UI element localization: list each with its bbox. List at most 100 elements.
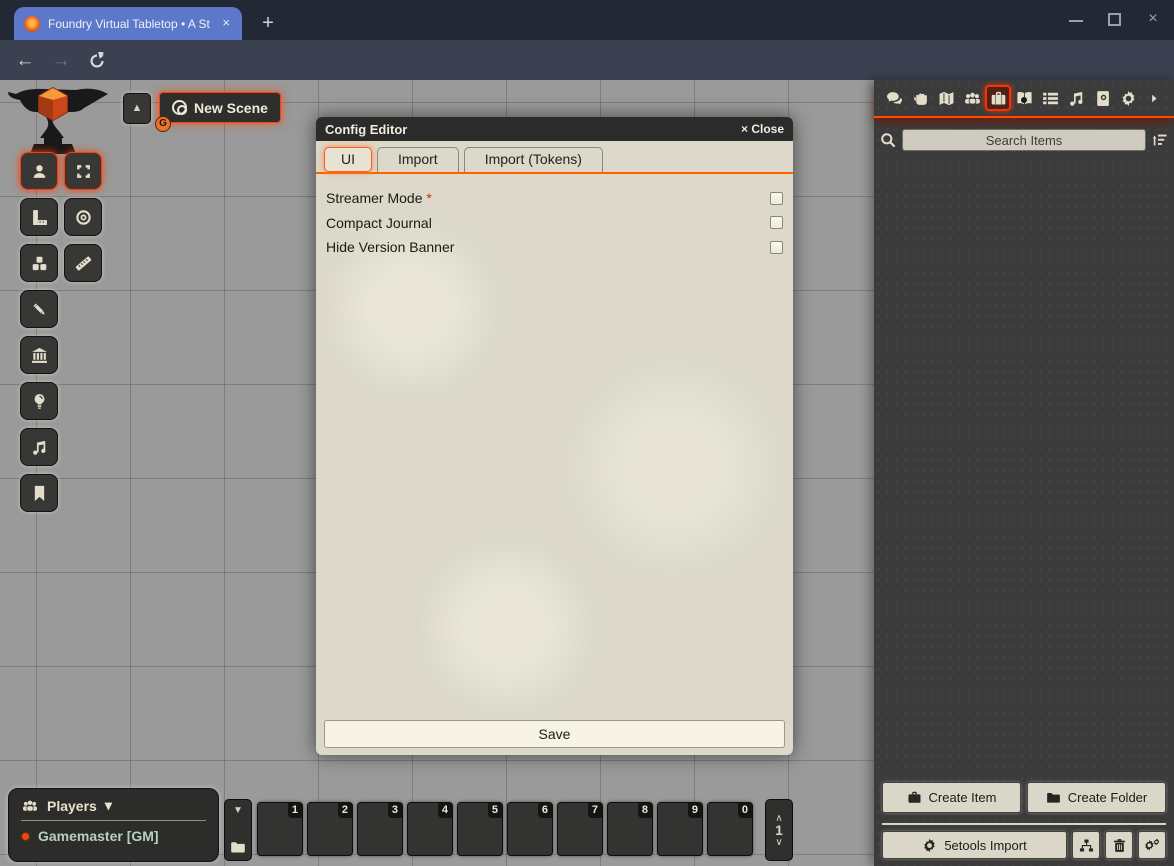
sidebar-tab-scenes[interactable]: [933, 85, 959, 111]
sidebar-tab-combat[interactable]: [907, 85, 933, 111]
players-header[interactable]: Players ▾: [21, 797, 206, 821]
macro-slot[interactable]: 9: [657, 802, 703, 856]
collapse-nav-button[interactable]: ▲: [123, 93, 151, 124]
tab-import-tokens[interactable]: Import (Tokens): [464, 147, 603, 172]
sidebar-collapse-button[interactable]: [1141, 85, 1167, 111]
users-icon: [964, 90, 981, 107]
settings-button[interactable]: [1138, 831, 1166, 859]
window-maximize-button[interactable]: [1100, 10, 1130, 30]
new-tab-button[interactable]: +: [254, 10, 282, 38]
slot-number: 9: [688, 803, 702, 818]
macro-slot[interactable]: 7: [557, 802, 603, 856]
forward-button[interactable]: →: [48, 48, 74, 74]
pencil-icon: [31, 301, 48, 318]
cubes-icon: [31, 255, 48, 272]
tool-drawings[interactable]: [20, 290, 58, 328]
back-button[interactable]: ←: [12, 48, 38, 74]
gear-icon: [922, 838, 937, 853]
sidebar-tab-actors[interactable]: [959, 85, 985, 111]
fist-icon: [912, 90, 929, 107]
tool-measurement[interactable]: [20, 198, 58, 236]
5etools-import-button[interactable]: 5etools Import: [882, 831, 1067, 859]
foundry-favicon-icon: [24, 16, 40, 32]
sidebar-tab-chat[interactable]: [881, 85, 907, 111]
compact-journal-checkbox[interactable]: [770, 216, 783, 229]
field-compact-journal: Compact Journal: [326, 211, 783, 236]
page-down-button[interactable]: ∨: [775, 838, 782, 847]
delete-button[interactable]: [1105, 831, 1133, 859]
tool-sounds[interactable]: [20, 428, 58, 466]
ruler-combined-icon: [31, 209, 48, 226]
macro-slot[interactable]: 3: [357, 802, 403, 856]
save-button[interactable]: Save: [324, 720, 785, 748]
music-note-icon: [31, 439, 48, 456]
macro-slot[interactable]: 5: [457, 802, 503, 856]
tool-notes[interactable]: [20, 474, 58, 512]
player-name: Gamemaster [GM]: [38, 828, 159, 844]
tool-tiles[interactable]: [20, 244, 58, 282]
macro-slot[interactable]: 8: [607, 802, 653, 856]
macro-folder-icon[interactable]: [229, 839, 247, 855]
bookmark-icon: [31, 485, 48, 502]
macro-slot[interactable]: 4: [407, 802, 453, 856]
search-input[interactable]: [902, 129, 1146, 151]
foundry-logo[interactable]: [6, 82, 112, 162]
sidebar-tab-playlists[interactable]: [1063, 85, 1089, 111]
close-label: Close: [751, 122, 784, 136]
lightbulb-icon: [31, 393, 48, 410]
bullseye-icon: [75, 209, 92, 226]
folder-tree-button[interactable]: [1072, 831, 1100, 859]
search-icon: [880, 132, 896, 148]
create-folder-button[interactable]: Create Folder: [1027, 782, 1166, 813]
dialog-form: Streamer Mode * Compact Journal Hide Ver…: [316, 174, 793, 272]
slot-number: 8: [638, 803, 652, 818]
chevron-down-icon: ▾: [105, 797, 112, 814]
item-directory-list[interactable]: [874, 158, 1174, 778]
tool-ruler-measure[interactable]: [64, 244, 102, 282]
sidebar-tab-items[interactable]: [985, 85, 1011, 111]
sort-icon[interactable]: [1152, 132, 1168, 148]
macro-slot[interactable]: 0: [707, 802, 753, 856]
tool-walls[interactable]: [20, 336, 58, 374]
suitcase-icon: [907, 790, 922, 805]
new-scene-button[interactable]: New Scene: [159, 92, 281, 123]
field-label: Hide Version Banner: [326, 239, 770, 255]
dialog-titlebar[interactable]: Config Editor × Close: [316, 117, 793, 141]
tab-close-icon[interactable]: ×: [218, 16, 234, 32]
tool-select-tokens[interactable]: [64, 152, 102, 190]
create-folder-label: Create Folder: [1068, 790, 1147, 805]
sidebar-tab-tables[interactable]: [1037, 85, 1063, 111]
new-scene-label: New Scene: [194, 100, 268, 116]
reload-button[interactable]: [84, 48, 110, 74]
macro-slot[interactable]: 2: [307, 802, 353, 856]
map-icon: [938, 90, 955, 107]
hotbar-collapse-button[interactable]: ▼: [233, 805, 243, 816]
game-canvas[interactable]: ▲ New Scene G Config Editor × Close UI I…: [0, 80, 1174, 866]
tool-lighting[interactable]: [20, 382, 58, 420]
dialog-tab-strip: UI Import Import (Tokens): [316, 141, 793, 174]
sidebar-tab-settings[interactable]: [1115, 85, 1141, 111]
players-title: Players: [47, 798, 97, 814]
create-item-button[interactable]: Create Item: [882, 782, 1021, 813]
sidebar-tab-compendium[interactable]: [1089, 85, 1115, 111]
ruler-icon: [75, 255, 92, 272]
window-close-button[interactable]: ×: [1138, 10, 1168, 30]
browser-tabstrip: Foundry Virtual Tabletop • A Stan × + ×: [0, 0, 1174, 40]
hotbar-page-control: ∧ 1 ∨: [765, 799, 793, 861]
label-text: Streamer Mode: [326, 190, 422, 206]
tab-import[interactable]: Import: [377, 147, 459, 172]
slot-number: 2: [338, 803, 352, 818]
tool-target-token[interactable]: [64, 198, 102, 236]
macro-slot[interactable]: 6: [507, 802, 553, 856]
dialog-close-button[interactable]: × Close: [741, 122, 784, 136]
browser-tab[interactable]: Foundry Virtual Tabletop • A Stan ×: [14, 7, 242, 40]
online-status-dot: [21, 832, 30, 841]
tab-ui[interactable]: UI: [324, 147, 372, 172]
sitemap-icon: [1079, 838, 1094, 853]
window-minimize-button[interactable]: [1062, 10, 1092, 30]
macro-slot[interactable]: 1: [257, 802, 303, 856]
streamer-mode-checkbox[interactable]: [770, 192, 783, 205]
tool-token-controls[interactable]: [20, 152, 58, 190]
directory-footer: Create Item Create Folder: [882, 782, 1166, 813]
hide-version-banner-checkbox[interactable]: [770, 241, 783, 254]
